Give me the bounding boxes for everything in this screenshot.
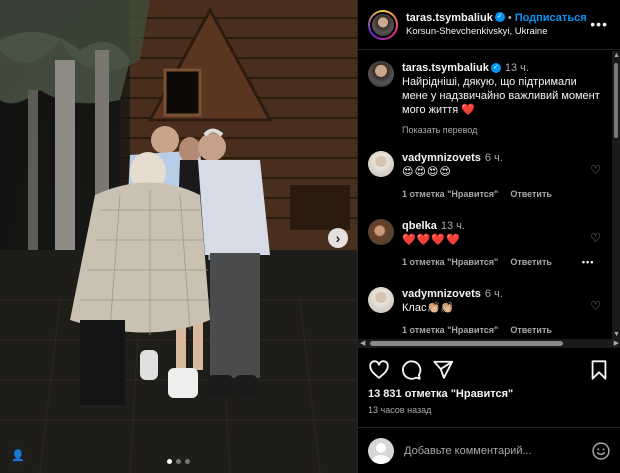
- comment-likes[interactable]: 1 отметка "Нравится": [402, 187, 498, 201]
- next-arrow-icon[interactable]: ›: [328, 228, 348, 248]
- comment-input[interactable]: [404, 444, 591, 457]
- comments-list: taras.tsymbaliuk ✓ 13 ч. Найрідніші, дякую…: [358, 51, 613, 339]
- post-header: taras.tsymbaliuk ✓ • Подписаться Korsun-She…: [358, 0, 620, 50]
- author-username[interactable]: taras.tsymbaliuk: [406, 12, 493, 24]
- translate-link[interactable]: Показать перевод: [402, 123, 603, 137]
- list-item: vadymnizovets 6 ч. Клас👏🏼👏🏼 1 отметка "Нр…: [358, 287, 613, 337]
- reply-button[interactable]: Ответить: [510, 323, 552, 337]
- comment-time: 6 ч.: [484, 152, 503, 164]
- action-bar: [368, 358, 610, 382]
- caption-time: 13 ч.: [504, 62, 529, 74]
- carousel-dot: [176, 459, 181, 464]
- comment-likes[interactable]: 1 отметка "Нравится": [402, 323, 498, 337]
- comment-likes[interactable]: 1 отметка "Нравится": [402, 255, 498, 269]
- comment-time: 13 ч.: [440, 220, 465, 232]
- post-photo[interactable]: › 👤: [0, 0, 357, 473]
- avatar[interactable]: [368, 61, 394, 87]
- comment-text: ❤️❤️❤️❤️: [402, 234, 461, 246]
- post-sidebar: taras.tsymbaliuk ✓ • Подписаться Korsun-She…: [357, 0, 620, 473]
- comment-username[interactable]: qbelka: [402, 220, 437, 232]
- heart-icon[interactable]: [368, 359, 390, 381]
- likes-count[interactable]: 13 831 отметка "Нравится": [368, 388, 513, 400]
- avatar[interactable]: [368, 9, 398, 40]
- emoji-icon[interactable]: [591, 441, 611, 461]
- comment-text: 😍😍😍😍: [402, 166, 452, 178]
- more-icon[interactable]: •••: [590, 16, 608, 32]
- list-item: vadymnizovets 6 ч. 😍😍😍😍 1 отметка "Нравит…: [358, 151, 613, 201]
- caption-text: Найрідніші, дякую, що підтримали мене у …: [402, 76, 600, 116]
- reply-button[interactable]: Ответить: [510, 255, 552, 269]
- heart-icon[interactable]: ♡: [590, 231, 601, 245]
- add-comment-bar: [358, 427, 620, 473]
- follow-button[interactable]: Подписаться: [515, 12, 587, 24]
- carousel-dot: [167, 459, 172, 464]
- location-link[interactable]: Korsun-Shevchenkivskyi, Ukraine: [406, 25, 587, 39]
- comment-time: 6 ч.: [484, 288, 503, 300]
- caption: taras.tsymbaliuk ✓ 13 ч. Найрідніші, дякую…: [358, 51, 613, 137]
- verified-icon: ✓: [490, 63, 501, 74]
- avatar: [368, 437, 394, 464]
- share-icon[interactable]: [432, 359, 454, 381]
- comment-icon[interactable]: [400, 359, 422, 381]
- photo-scene: [0, 0, 357, 473]
- comment-username[interactable]: vadymnizovets: [402, 152, 481, 164]
- reply-button[interactable]: Ответить: [510, 187, 552, 201]
- heart-icon[interactable]: ♡: [590, 299, 601, 313]
- avatar[interactable]: [368, 151, 394, 177]
- comment-options-icon[interactable]: •••: [582, 255, 594, 269]
- verified-icon: ✓: [494, 11, 505, 22]
- heart-icon[interactable]: ♡: [590, 163, 601, 177]
- avatar[interactable]: [368, 219, 394, 245]
- user-tag-icon[interactable]: 👤: [8, 446, 28, 466]
- caption-username[interactable]: taras.tsymbaliuk: [402, 62, 489, 74]
- carousel-dots: [0, 459, 357, 464]
- comment-text: Клас👏🏼👏🏼: [402, 302, 454, 314]
- vertical-scrollbar[interactable]: ▲ ▼: [612, 51, 620, 339]
- list-item: qbelka 13 ч. ❤️❤️❤️❤️ 1 отметка "Нравится…: [358, 219, 613, 269]
- avatar[interactable]: [368, 287, 394, 313]
- horizontal-scrollbar[interactable]: ◀ ▶: [358, 339, 620, 348]
- save-icon[interactable]: [588, 359, 610, 381]
- carousel-dot: [185, 459, 190, 464]
- post-timestamp: 13 часов назад: [368, 405, 432, 415]
- comment-username[interactable]: vadymnizovets: [402, 288, 481, 300]
